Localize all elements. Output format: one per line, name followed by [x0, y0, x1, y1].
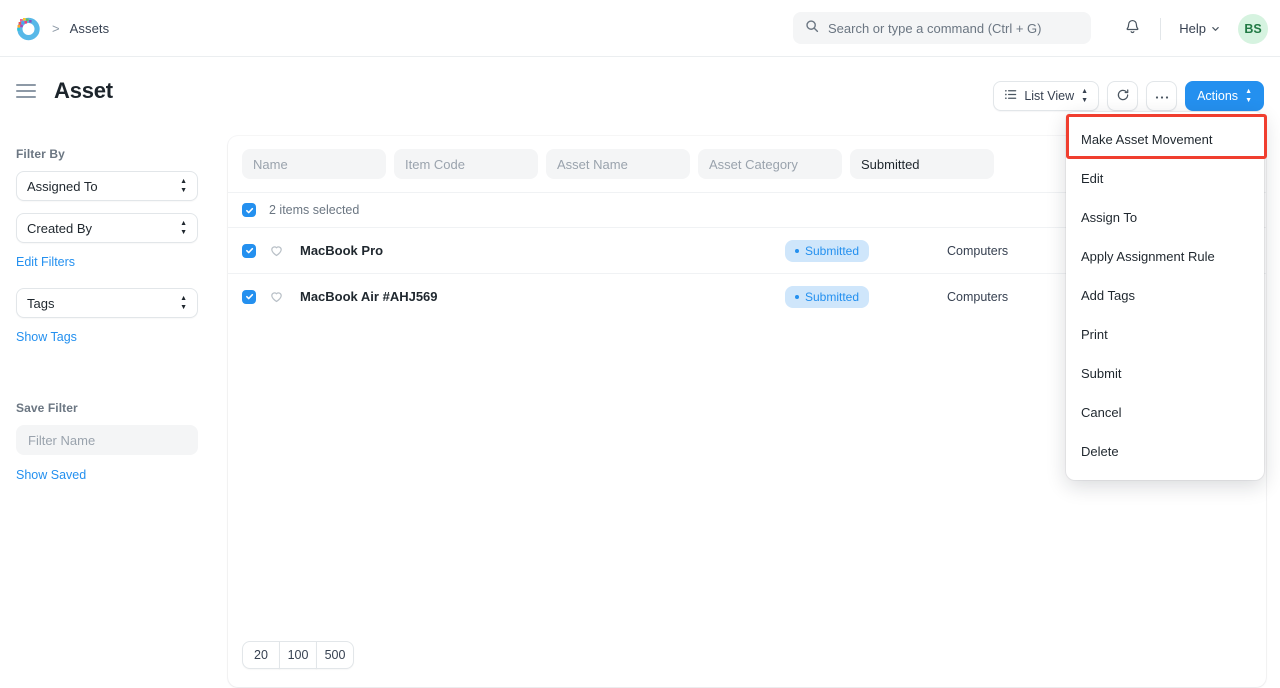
page-title: Asset [54, 78, 113, 104]
avatar[interactable]: BS [1238, 14, 1268, 44]
page-size-selector: 20 100 500 [242, 641, 354, 669]
sidebar-filter-label: Assigned To [27, 179, 98, 194]
menu-item-add-tags[interactable]: Add Tags [1066, 276, 1264, 315]
filter-name-placeholder: Filter Name [28, 433, 95, 448]
list-icon [1004, 88, 1017, 104]
page-header-actions: List View ▲▼ Actions ▲▼ [993, 81, 1264, 111]
chevron-updown-icon: ▲▼ [180, 295, 187, 311]
filter-by-label: Filter By [16, 147, 198, 161]
sidebar-filter-label: Tags [27, 296, 54, 311]
menu-item-edit[interactable]: Edit [1066, 159, 1264, 198]
spacer [16, 269, 198, 288]
edit-filters-link[interactable]: Edit Filters [16, 255, 198, 269]
asset-name-filter[interactable]: Asset Name [546, 149, 690, 179]
chevron-updown-icon: ▲▼ [180, 178, 187, 194]
status-badge: Submitted [785, 240, 869, 262]
help-menu-button[interactable]: Help [1173, 16, 1226, 41]
chevron-updown-icon: ▲▼ [1081, 88, 1088, 104]
selection-count-label: 2 items selected [269, 203, 359, 217]
name-filter-placeholder: Name [253, 157, 288, 172]
ellipsis-icon [1155, 89, 1169, 103]
asset-category-filter-placeholder: Asset Category [709, 157, 798, 172]
show-tags-link[interactable]: Show Tags [16, 330, 198, 344]
navbar-divider [1160, 18, 1161, 40]
row-checkbox[interactable] [242, 290, 256, 304]
item-code-filter[interactable]: Item Code [394, 149, 538, 179]
menu-item-make-asset-movement[interactable]: Make Asset Movement [1066, 120, 1264, 159]
top-navbar: > Assets Search or type a command (Ctrl … [0, 0, 1280, 57]
status-badge: Submitted [785, 286, 869, 308]
help-label: Help [1179, 21, 1206, 36]
refresh-icon [1116, 88, 1130, 105]
menu-item-delete[interactable]: Delete [1066, 432, 1264, 471]
chevron-down-icon [1211, 21, 1220, 36]
asset-category-filter[interactable]: Asset Category [698, 149, 842, 179]
page-size-20[interactable]: 20 [242, 641, 280, 669]
menu-item-apply-assignment-rule[interactable]: Apply Assignment Rule [1066, 237, 1264, 276]
show-saved-link[interactable]: Show Saved [16, 468, 198, 482]
sidebar-filter-assigned-to[interactable]: Assigned To ▲▼ [16, 171, 198, 201]
page-size-100[interactable]: 100 [279, 641, 317, 669]
status-badge-label: Submitted [805, 290, 859, 304]
bell-icon [1124, 18, 1141, 40]
more-options-button[interactable] [1146, 81, 1177, 111]
select-all-checkbox[interactable] [242, 203, 256, 217]
heart-outline-icon[interactable] [269, 289, 284, 304]
status-filter[interactable]: Submitted [850, 149, 994, 179]
hamburger-icon[interactable] [16, 84, 36, 98]
sidebar-filter-label: Created By [27, 221, 92, 236]
search-placeholder: Search or type a command (Ctrl + G) [828, 21, 1042, 36]
save-filter-label: Save Filter [16, 401, 198, 415]
navbar-left: > Assets [0, 14, 109, 42]
chevron-updown-icon: ▲▼ [1245, 88, 1252, 104]
menu-item-cancel[interactable]: Cancel [1066, 393, 1264, 432]
actions-label: Actions [1197, 89, 1238, 103]
list-view-button[interactable]: List View ▲▼ [993, 81, 1099, 111]
status-filter-value: Submitted [861, 157, 920, 172]
status-dot-icon [795, 249, 799, 253]
asset-name-filter-placeholder: Asset Name [557, 157, 628, 172]
filter-name-input[interactable]: Filter Name [16, 425, 198, 455]
actions-dropdown-menu: Make Asset Movement Edit Assign To Apply… [1066, 112, 1264, 480]
row-title[interactable]: MacBook Air #AHJ569 [300, 289, 540, 304]
list-view-label: List View [1024, 89, 1074, 103]
frappe-logo[interactable] [14, 14, 42, 42]
notifications-button[interactable] [1116, 13, 1148, 45]
global-search-input[interactable]: Search or type a command (Ctrl + G) [793, 12, 1091, 44]
search-icon [805, 19, 819, 38]
name-filter[interactable]: Name [242, 149, 386, 179]
navbar-right: Help BS [1116, 0, 1268, 57]
menu-item-submit[interactable]: Submit [1066, 354, 1264, 393]
row-category: Computers [947, 244, 1008, 258]
row-category: Computers [947, 290, 1008, 304]
breadcrumb-separator: > [50, 22, 62, 35]
heart-outline-icon[interactable] [269, 243, 284, 258]
item-code-filter-placeholder: Item Code [405, 157, 465, 172]
status-badge-label: Submitted [805, 244, 859, 258]
menu-item-assign-to[interactable]: Assign To [1066, 198, 1264, 237]
actions-button[interactable]: Actions ▲▼ [1185, 81, 1264, 111]
breadcrumb-assets[interactable]: Assets [70, 21, 110, 36]
page-size-500[interactable]: 500 [316, 641, 354, 669]
refresh-button[interactable] [1107, 81, 1138, 111]
row-title[interactable]: MacBook Pro [300, 243, 540, 258]
chevron-updown-icon: ▲▼ [180, 220, 187, 236]
sidebar-filter-tags[interactable]: Tags ▲▼ [16, 288, 198, 318]
menu-item-print[interactable]: Print [1066, 315, 1264, 354]
filter-sidebar: Filter By Assigned To ▲▼ Created By ▲▼ E… [0, 125, 214, 688]
sidebar-filter-created-by[interactable]: Created By ▲▼ [16, 213, 198, 243]
row-checkbox[interactable] [242, 244, 256, 258]
status-dot-icon [795, 295, 799, 299]
